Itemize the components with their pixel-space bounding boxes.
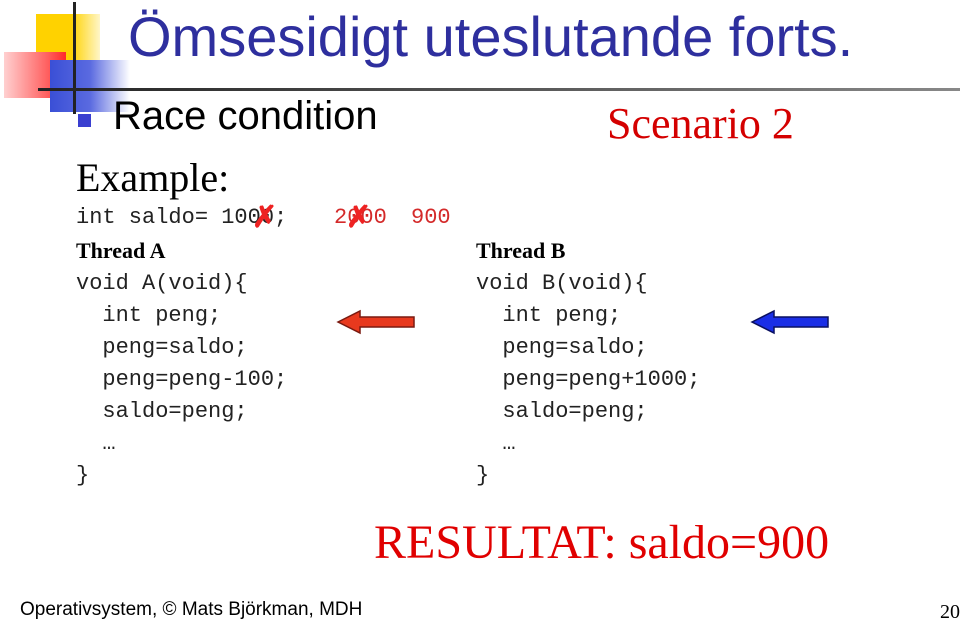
code-line: peng=saldo; [476, 335, 648, 360]
bullet-icon [78, 114, 91, 127]
code-line: saldo=peng; [76, 399, 248, 424]
annotation-900: 900 [411, 205, 451, 230]
bullet-text: Race condition [113, 94, 378, 138]
code-line: void A(void){ [76, 271, 248, 296]
scenario-label: Scenario 2 [607, 99, 794, 148]
thread-a-label: Thread A [76, 238, 166, 263]
code-line: peng=saldo; [76, 335, 248, 360]
thread-b-label: Thread B [476, 238, 566, 263]
code-line: } [76, 463, 90, 488]
code-line: int peng; [76, 303, 222, 328]
page-number: 20 [940, 601, 960, 623]
slide-title: Ömsesidigt uteslutande forts. [128, 5, 854, 68]
example-label: Example: [76, 155, 230, 200]
cross-out-icon: ✗ [346, 201, 372, 234]
thread-b-arrow-icon [750, 309, 829, 335]
result-text: RESULTAT: saldo=900 [374, 516, 830, 569]
title-underline [38, 88, 960, 91]
cross-out-icon: ✗ [252, 201, 278, 234]
code-line: peng=peng+1000; [476, 367, 701, 392]
code-line: … [476, 431, 516, 456]
code-line: } [476, 463, 490, 488]
code-line: … [76, 431, 116, 456]
thread-a-code: void A(void){ int peng; peng=saldo; peng… [76, 268, 287, 492]
code-line: void B(void){ [476, 271, 648, 296]
logo-vertical-line [73, 2, 76, 114]
footer-text: Operativsystem, © Mats Björkman, MDH [20, 599, 363, 620]
code-line: saldo=peng; [476, 399, 648, 424]
code-line: int peng; [476, 303, 622, 328]
code-line: peng=peng-100; [76, 367, 288, 392]
thread-b-code: void B(void){ int peng; peng=saldo; peng… [476, 268, 700, 492]
thread-a-arrow-icon [336, 309, 415, 335]
